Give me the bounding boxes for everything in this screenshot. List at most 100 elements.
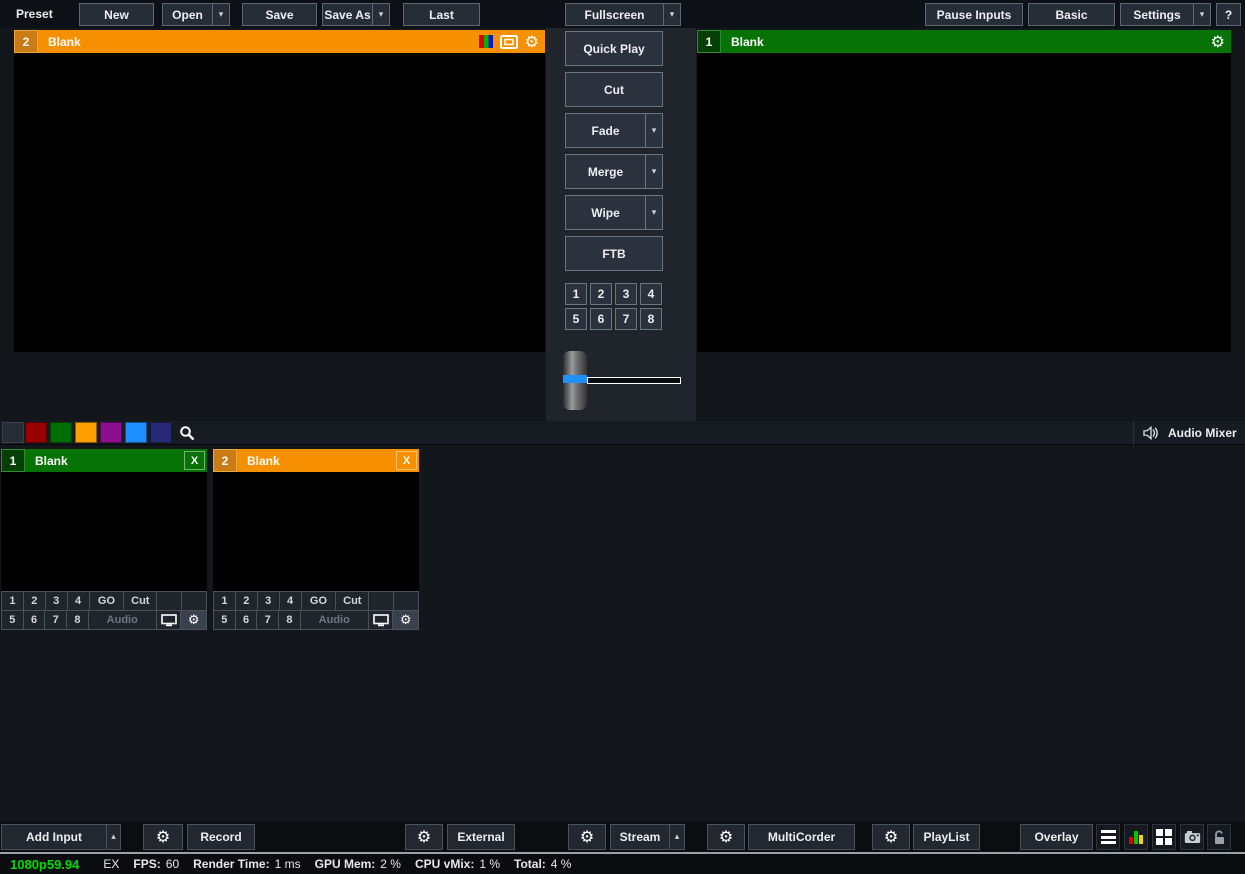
overlay-5-button[interactable]: 5	[213, 610, 236, 630]
transition-number-7-button[interactable]: 7	[615, 308, 637, 330]
input-1-thumbnail[interactable]	[1, 472, 207, 591]
ftb-button[interactable]: FTB	[565, 236, 663, 271]
color-filter-green[interactable]	[50, 422, 72, 443]
fullscreen-dropdown-button[interactable]: ▾	[663, 3, 681, 26]
wipe-button[interactable]: Wipe	[565, 195, 646, 230]
overlay-1-button[interactable]: 1	[1, 591, 24, 611]
transition-number-4-button[interactable]: 4	[640, 283, 662, 305]
record-button[interactable]: Record	[187, 824, 255, 850]
input-2-settings-button[interactable]: ⚙	[392, 610, 419, 630]
new-button[interactable]: New	[79, 3, 154, 26]
save-as-dropdown-button[interactable]: ▾	[372, 3, 390, 26]
overlay-2-button[interactable]: 2	[23, 591, 46, 611]
audio-meters-button[interactable]	[1124, 824, 1148, 850]
transition-number-8-button[interactable]: 8	[640, 308, 662, 330]
stream-dropdown-button[interactable]: ▴	[669, 824, 685, 850]
transition-number-2-button[interactable]: 2	[590, 283, 612, 305]
color-filter-purple[interactable]	[100, 422, 122, 443]
fps-value: 60	[166, 857, 179, 871]
merge-dropdown-button[interactable]: ▾	[645, 154, 663, 189]
gear-button-record[interactable]: ⚙	[143, 824, 183, 850]
settings-button[interactable]: Settings	[1120, 3, 1194, 26]
quick-play-button[interactable]: Quick Play	[565, 31, 663, 66]
audio-button[interactable]: Audio	[300, 610, 369, 630]
colorbars-icon[interactable]	[479, 35, 493, 48]
lock-button[interactable]	[1207, 824, 1231, 850]
cut-button[interactable]: Cut	[565, 72, 663, 107]
input-1-title-bar[interactable]: 1 Blank X	[1, 449, 207, 472]
go-button[interactable]: GO	[89, 591, 125, 611]
fullscreen-output-button[interactable]	[156, 610, 182, 630]
color-filter-orange[interactable]	[75, 422, 97, 443]
multicorder-button[interactable]: MultiCorder	[748, 824, 855, 850]
add-input-button[interactable]: Add Input	[1, 824, 107, 850]
external-button[interactable]: External	[447, 824, 515, 850]
stream-button[interactable]: Stream	[610, 824, 670, 850]
gear-button-playlist[interactable]: ⚙	[872, 824, 910, 850]
save-button[interactable]: Save	[242, 3, 317, 26]
open-button[interactable]: Open	[162, 3, 213, 26]
gear-button-external[interactable]: ⚙	[405, 824, 443, 850]
color-filter-blue[interactable]	[125, 422, 147, 443]
monitor-icon[interactable]	[500, 35, 518, 49]
color-filter-none[interactable]	[2, 422, 24, 443]
overlay-8-button[interactable]: 8	[66, 610, 89, 630]
overlay-4-button[interactable]: 4	[279, 591, 302, 611]
list-toggle-button[interactable]	[1096, 824, 1120, 850]
fade-dropdown-button[interactable]: ▾	[645, 113, 663, 148]
input-1-close-button[interactable]: X	[184, 451, 205, 470]
save-as-button[interactable]: Save As	[322, 3, 373, 26]
cut-button[interactable]: Cut	[335, 591, 369, 611]
merge-button[interactable]: Merge	[565, 154, 646, 189]
last-button[interactable]: Last	[403, 3, 480, 26]
search-button[interactable]	[175, 422, 198, 443]
input-2-title-bar[interactable]: 2 Blank X	[213, 449, 419, 472]
overlay-button[interactable]: Overlay	[1020, 824, 1093, 850]
overlay-4-button[interactable]: 4	[67, 591, 90, 611]
fullscreen-button[interactable]: Fullscreen	[565, 3, 664, 26]
basic-button[interactable]: Basic	[1028, 3, 1115, 26]
go-button[interactable]: GO	[301, 591, 337, 611]
settings-dropdown-button[interactable]: ▾	[1193, 3, 1211, 26]
gear-icon: ⚙	[884, 829, 898, 845]
program-settings-gear-icon[interactable]: ⚙	[1211, 34, 1225, 50]
add-input-dropdown-button[interactable]: ▴	[106, 824, 121, 850]
color-filter-red[interactable]	[25, 422, 47, 443]
input-1-settings-button[interactable]: ⚙	[180, 610, 207, 630]
audio-button[interactable]: Audio	[88, 610, 157, 630]
overlay-5-button[interactable]: 5	[1, 610, 24, 630]
overlay-7-button[interactable]: 7	[44, 610, 67, 630]
pause-inputs-button[interactable]: Pause Inputs	[925, 3, 1023, 26]
snapshot-button[interactable]	[1180, 824, 1204, 850]
overlay-6-button[interactable]: 6	[235, 610, 258, 630]
overlay-2-button[interactable]: 2	[235, 591, 258, 611]
transition-number-3-button[interactable]: 3	[615, 283, 637, 305]
open-dropdown-button[interactable]: ▾	[212, 3, 230, 26]
audio-mixer-toggle[interactable]: Audio Mixer	[1133, 421, 1237, 445]
playlist-button[interactable]: PlayList	[913, 824, 980, 850]
overlay-7-button[interactable]: 7	[256, 610, 279, 630]
cut-button[interactable]: Cut	[123, 591, 157, 611]
overlay-6-button[interactable]: 6	[23, 610, 46, 630]
input-tile-1: 1 Blank X 1 2 3 4 GO Cut 5 6 7 8 Audio ⚙	[1, 449, 207, 630]
help-button[interactable]: ?	[1216, 3, 1241, 26]
overlay-1-button[interactable]: 1	[213, 591, 236, 611]
input-2-thumbnail[interactable]	[213, 472, 419, 591]
overlay-8-button[interactable]: 8	[278, 610, 301, 630]
overlay-3-button[interactable]: 3	[45, 591, 68, 611]
gear-button-stream[interactable]: ⚙	[568, 824, 606, 850]
tbar-handle[interactable]	[563, 351, 587, 410]
render-time-label: Render Time:	[193, 857, 269, 871]
fade-button[interactable]: Fade	[565, 113, 646, 148]
color-filter-navy[interactable]	[150, 422, 172, 443]
transition-number-6-button[interactable]: 6	[590, 308, 612, 330]
overlay-3-button[interactable]: 3	[257, 591, 280, 611]
preview-settings-gear-icon[interactable]: ⚙	[525, 34, 539, 50]
transition-number-5-button[interactable]: 5	[565, 308, 587, 330]
wipe-dropdown-button[interactable]: ▾	[645, 195, 663, 230]
transition-number-1-button[interactable]: 1	[565, 283, 587, 305]
fullscreen-output-button[interactable]	[368, 610, 394, 630]
multiview-button[interactable]	[1152, 824, 1176, 850]
gear-button-multicorder[interactable]: ⚙	[707, 824, 745, 850]
input-2-close-button[interactable]: X	[396, 451, 417, 470]
